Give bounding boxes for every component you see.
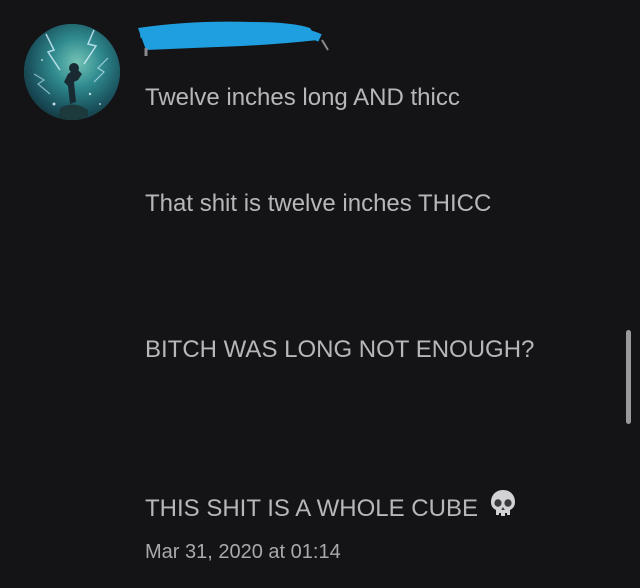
message-text: That shit is twelve inches THICC (145, 190, 492, 217)
redaction-scribble (138, 21, 329, 56)
username-redacted[interactable] (132, 14, 332, 58)
skull-icon (490, 490, 515, 516)
message-text: Twelve inches long AND thicc (145, 84, 460, 111)
message-text-with-emoji: THIS SHIT IS A WHOLE CUBE (145, 488, 518, 523)
scrollbar-thumb[interactable] (626, 330, 631, 424)
avatar[interactable] (24, 24, 120, 120)
avatar-image (24, 24, 120, 120)
message-text: THIS SHIT IS A WHOLE CUBE (145, 495, 478, 522)
message-timestamp: Mar 31, 2020 at 01:14 (145, 541, 341, 563)
message-text: BITCH WAS LONG NOT ENOUGH? (145, 336, 535, 363)
